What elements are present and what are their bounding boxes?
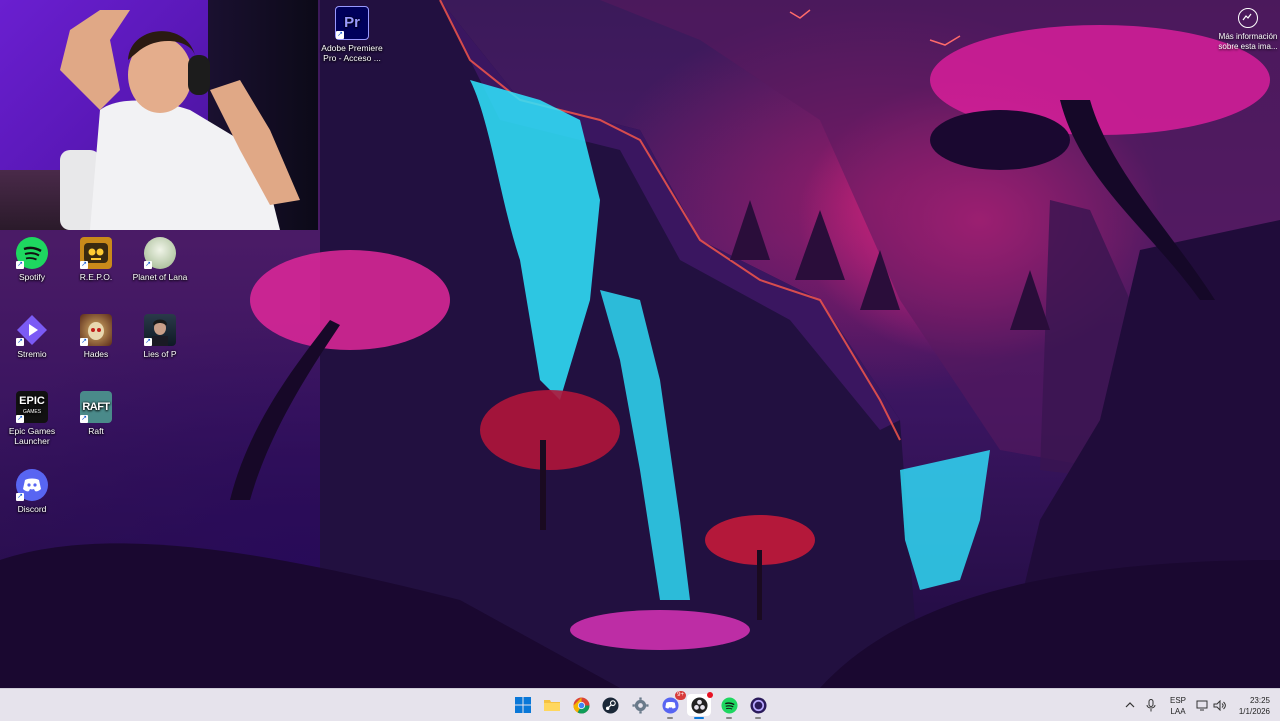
desktop-icon-label: Stremio [17, 349, 47, 359]
desktop-icon-lies-of-p[interactable]: ↗ Lies of P [128, 314, 192, 359]
shortcut-arrow-icon: ↗ [16, 338, 24, 346]
taskbar-app[interactable] [746, 694, 770, 719]
camera-info-icon [1238, 8, 1258, 28]
desktop-icon-label: Adobe Premiere Pro - Acceso ... [321, 43, 383, 63]
taskbar-spotify[interactable] [717, 694, 741, 719]
repo-game-icon: ↗ [80, 237, 112, 269]
desktop-icon-label: Discord [17, 504, 47, 514]
premiere-pro-icon: Pr ↗ [335, 6, 369, 40]
chrome-icon [572, 696, 590, 714]
desktop-icon-stremio[interactable]: ↗ Stremio [0, 314, 64, 359]
app-running-indicator [667, 717, 673, 719]
desktop-icon-hades[interactable]: ↗ Hades [64, 314, 128, 359]
discord-icon: ↗ [16, 469, 48, 501]
volume-button[interactable] [1211, 689, 1227, 721]
app-running-indicator [726, 717, 732, 719]
desktop-icon-label: Lies of P [143, 349, 177, 359]
speaker-icon [1213, 699, 1226, 711]
shortcut-arrow-icon: ↗ [16, 261, 24, 269]
shortcut-arrow-icon: ↗ [144, 261, 152, 269]
microphone-icon [1146, 698, 1156, 711]
settings-icon [631, 696, 649, 714]
wallpaper-info-label: Más información sobre esta ima... [1218, 32, 1278, 51]
windows-start-icon [515, 697, 531, 713]
desktop-icon-label: Hades [83, 349, 109, 359]
app-icon [749, 696, 767, 714]
desktop-icon-repo[interactable]: ↗ R.E.P.O. [64, 237, 128, 282]
microphone-button[interactable] [1142, 689, 1160, 721]
taskbar-chrome[interactable] [569, 694, 593, 716]
show-hidden-icons-button[interactable] [1122, 689, 1138, 721]
steam-icon [601, 696, 619, 714]
language-code: ESP [1169, 696, 1186, 705]
shortcut-arrow-icon: ↗ [80, 338, 88, 346]
desktop-icon-premiere-pro[interactable]: Pr ↗ Adobe Premiere Pro - Acceso ... [320, 6, 384, 63]
taskbar-steam[interactable] [598, 694, 622, 716]
taskbar: 9+ ESP LAA 23:25 1/1/2026 [0, 688, 1280, 721]
shortcut-arrow-icon: ↗ [16, 493, 24, 501]
spotify-icon [720, 696, 738, 714]
network-button[interactable] [1194, 689, 1210, 721]
shortcut-arrow-icon: ↗ [16, 415, 24, 423]
shortcut-arrow-icon: ↗ [80, 415, 88, 423]
clock-date: 1/1/2026 [1238, 707, 1270, 716]
webcam-overlay [0, 0, 318, 230]
app-running-indicator [755, 717, 761, 719]
app-active-indicator [694, 717, 704, 719]
start-button[interactable] [511, 694, 535, 716]
taskbar-discord[interactable]: 9+ [658, 691, 686, 719]
streamer-figure [60, 10, 300, 230]
desktop-icon-raft[interactable]: RAFT ↗ Raft [64, 391, 128, 436]
taskbar-file-explorer[interactable] [540, 694, 564, 716]
wallpaper-info-button[interactable]: Más información sobre esta ima... [1212, 8, 1280, 52]
desktop-icon-spotify[interactable]: ↗ Spotify [0, 237, 64, 282]
desktop-icon-label: Spotify [19, 272, 45, 282]
spotify-icon: ↗ [16, 237, 48, 269]
lies-of-p-icon: ↗ [144, 314, 176, 346]
clock[interactable]: 23:25 1/1/2026 [1230, 695, 1276, 717]
desktop-icon-epic-games[interactable]: EPIC GAMES ↗ Epic Games Launcher [0, 391, 64, 446]
language-indicator[interactable]: ESP LAA [1164, 695, 1192, 717]
shortcut-arrow-icon: ↗ [336, 31, 344, 39]
taskbar-settings[interactable] [628, 694, 652, 716]
network-icon [1196, 700, 1208, 710]
keyboard-layout: LAA [1170, 707, 1186, 716]
shortcut-arrow-icon: ↗ [80, 261, 88, 269]
hades-icon: ↗ [80, 314, 112, 346]
discord-notification-badge: 9+ [675, 691, 686, 700]
desktop-icon-label: Planet of Lana [132, 272, 188, 282]
taskbar-obs[interactable] [687, 692, 713, 719]
file-explorer-icon [544, 700, 560, 711]
desktop-icon-planet-of-lana[interactable]: ↗ Planet of Lana [128, 237, 192, 282]
desktop-icon-label: Raft [88, 426, 104, 436]
desktop-icon-label: R.E.P.O. [79, 272, 113, 282]
obs-icon [690, 696, 708, 714]
shortcut-arrow-icon: ↗ [144, 338, 152, 346]
chevron-up-icon [1125, 702, 1135, 708]
raft-icon: RAFT ↗ [80, 391, 112, 423]
recording-indicator [707, 692, 713, 698]
stremio-icon: ↗ [16, 314, 48, 346]
desktop-icon-discord[interactable]: ↗ Discord [0, 469, 64, 514]
planet-of-lana-icon: ↗ [144, 237, 176, 269]
clock-time: 23:25 [1249, 696, 1270, 705]
epic-games-icon: EPIC GAMES ↗ [16, 391, 48, 423]
desktop-icon-label: Epic Games Launcher [8, 426, 56, 446]
